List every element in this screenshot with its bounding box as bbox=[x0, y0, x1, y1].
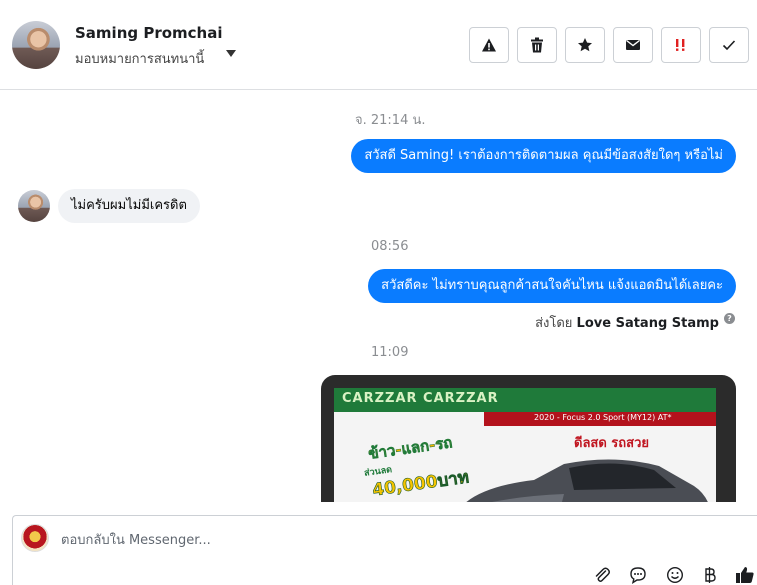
sent-by-label: ส่งโดย Love Satang Stamp bbox=[535, 312, 719, 333]
reply-composer bbox=[12, 515, 757, 585]
delete-button[interactable] bbox=[517, 27, 557, 63]
check-icon bbox=[722, 40, 736, 51]
outgoing-message[interactable]: สวัสดีคะ ไม่ทราบคุณลูกค้าสนใจคันไหน แจ้ง… bbox=[368, 269, 736, 303]
contact-avatar-small[interactable] bbox=[18, 190, 50, 222]
chevron-down-icon[interactable] bbox=[226, 50, 236, 57]
attach-button[interactable] bbox=[591, 564, 613, 585]
image-attachment[interactable]: CARZZAR CARZZAR 2020 - Focus 2.0 Sport (… bbox=[321, 375, 736, 502]
follow-up-button[interactable] bbox=[661, 27, 701, 63]
outgoing-message[interactable]: สวัสดี Saming! เราต้องการติดตามผล คุณมีข… bbox=[351, 139, 736, 173]
thumbs-up-icon bbox=[736, 567, 754, 583]
envelope-icon bbox=[626, 39, 640, 50]
car-illustration bbox=[466, 459, 708, 502]
assign-conversation-label[interactable]: มอบหมายการสนทนานี้ bbox=[75, 48, 204, 69]
message-timestamp: 11:09 bbox=[371, 345, 409, 360]
like-button[interactable] bbox=[734, 564, 756, 585]
chat-bubble-icon bbox=[630, 567, 646, 584]
promo-line-1: ข้าว-แลก-รถ bbox=[367, 433, 454, 463]
message-thread[interactable]: จ. 21:14 น. สวัสดี Saming! เราต้องการติด… bbox=[0, 91, 757, 502]
trash-icon bbox=[531, 37, 543, 53]
payment-button[interactable] bbox=[699, 564, 721, 585]
mark-done-button[interactable] bbox=[709, 27, 749, 63]
message-timestamp: 08:56 bbox=[371, 239, 409, 254]
message-timestamp: จ. 21:14 น. bbox=[355, 113, 426, 128]
mark-unread-button[interactable] bbox=[613, 27, 653, 63]
star-icon bbox=[578, 38, 592, 52]
baht-icon bbox=[705, 567, 716, 583]
car-ad-image: CARZZAR CARZZAR 2020 - Focus 2.0 Sport (… bbox=[334, 388, 716, 502]
mark-spam-button[interactable] bbox=[469, 27, 509, 63]
image-model-text: 2020 - Focus 2.0 Sport (MY12) AT* bbox=[534, 413, 672, 422]
page-avatar bbox=[21, 524, 49, 552]
follow-up-icon bbox=[676, 39, 685, 51]
paperclip-icon bbox=[595, 567, 610, 582]
contact-name[interactable]: Saming Promchai bbox=[75, 24, 223, 42]
sent-by-name: Love Satang Stamp bbox=[576, 316, 719, 331]
contact-avatar[interactable] bbox=[12, 21, 60, 69]
image-banner-text: CARZZAR CARZZAR bbox=[342, 391, 499, 406]
image-banner: CARZZAR CARZZAR bbox=[334, 388, 716, 412]
star-button[interactable] bbox=[565, 27, 605, 63]
incoming-message[interactable]: ไม่ครับผมไม่มีเครดิต bbox=[58, 189, 200, 223]
info-icon[interactable]: ? bbox=[724, 313, 735, 324]
conversation-header: Saming Promchai มอบหมายการสนทนานี้ bbox=[0, 0, 757, 90]
emoji-icon bbox=[666, 566, 684, 584]
saved-replies-button[interactable] bbox=[627, 564, 649, 585]
emoji-button[interactable] bbox=[664, 564, 686, 585]
image-model-band: 2020 - Focus 2.0 Sport (MY12) AT* bbox=[484, 412, 716, 426]
reply-input[interactable] bbox=[61, 530, 621, 550]
spam-icon bbox=[482, 38, 496, 52]
sent-by-prefix: ส่งโดย bbox=[535, 316, 573, 331]
